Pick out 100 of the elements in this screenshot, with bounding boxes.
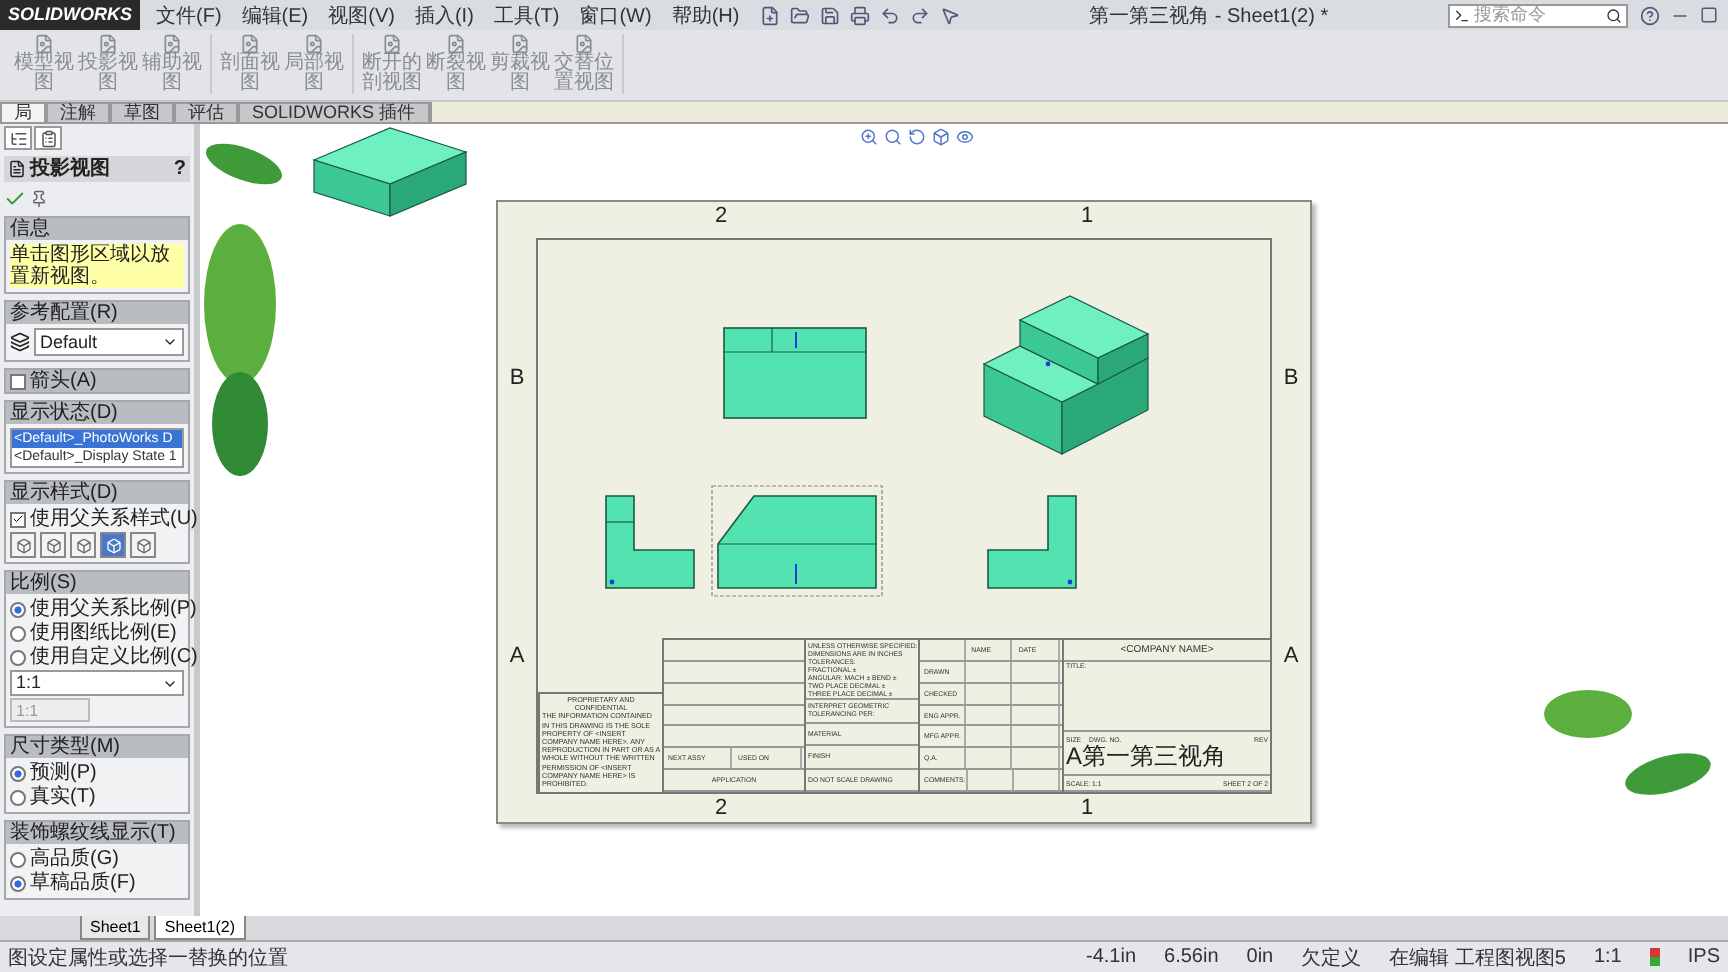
sheet-size: A: [1066, 744, 1083, 770]
zoom-icon[interactable]: [860, 128, 878, 146]
definition-status: 欠定义: [1301, 945, 1362, 971]
info-message: 单击图形区域以放置新视图。: [10, 244, 184, 288]
display-style-button[interactable]: [70, 532, 96, 558]
side-view-drawing: [605, 495, 695, 589]
zone-label: B: [509, 365, 525, 389]
zone-label: 2: [712, 202, 730, 232]
maximize-icon[interactable]: [1700, 6, 1718, 24]
rotate-icon[interactable]: [908, 128, 926, 146]
ribbon-tab[interactable]: 注解: [46, 102, 110, 122]
ribbon-tab[interactable]: 草图: [110, 102, 174, 122]
radio-button[interactable]: [10, 649, 26, 665]
section-title: 尺寸类型(M): [6, 736, 188, 758]
ribbon-tab[interactable]: SOLIDWORKS 插件: [238, 102, 430, 122]
document-icon: [240, 34, 260, 54]
zone-label: 1: [1078, 202, 1096, 232]
help-link[interactable]: ?: [173, 158, 186, 180]
rebuild-icon: [1649, 948, 1660, 966]
top-view-drawing: [723, 327, 867, 419]
section-title: 装饰螺纹线显示(T): [6, 822, 188, 844]
pointer-icon[interactable]: [939, 5, 960, 25]
edit-mode: 在编辑 工程图视图5: [1389, 945, 1566, 971]
sheet-tab[interactable]: Sheet1(2): [154, 916, 245, 940]
units-selector[interactable]: IPS: [1687, 946, 1720, 968]
undo-icon[interactable]: [879, 5, 900, 25]
print-icon[interactable]: [849, 5, 870, 25]
zone-label: 2: [712, 794, 730, 822]
radio-label: 草稿品质(F): [30, 872, 136, 894]
z-coordinate: 0in: [1246, 946, 1274, 968]
radio-label: 高品质(G): [30, 848, 119, 870]
configuration-icon: [10, 332, 30, 352]
zone-label: A: [509, 643, 525, 667]
document-icon: [510, 34, 530, 54]
zone-label: B: [1283, 365, 1299, 389]
caret-icon: [162, 334, 178, 350]
open-folder-icon[interactable]: [789, 5, 810, 25]
search-icon: [1606, 7, 1622, 23]
radio-label: 使用自定义比例(C): [30, 646, 198, 668]
menu-item[interactable]: 工具(T): [493, 1, 560, 29]
configuration-dropdown[interactable]: Default: [34, 328, 184, 356]
section-title: 参考配置(R): [6, 302, 188, 324]
eye-icon[interactable]: [956, 128, 974, 146]
save-icon[interactable]: [819, 5, 840, 25]
document-icon: [34, 34, 54, 54]
checkbox[interactable]: [10, 511, 26, 527]
y-coordinate: 6.56in: [1164, 946, 1219, 968]
redo-icon[interactable]: [909, 5, 930, 25]
sheet-tab[interactable]: Sheet1: [80, 916, 151, 940]
zone-label: A: [1283, 643, 1299, 667]
pin-icon[interactable]: [30, 190, 48, 208]
menu-item[interactable]: 编辑(E): [241, 1, 309, 29]
radio-button[interactable]: [10, 765, 26, 781]
menu-item[interactable]: 插入(I): [414, 1, 474, 29]
ribbon-tab[interactable]: 评估: [174, 102, 238, 122]
display-style-button[interactable]: [100, 532, 126, 558]
status-hint: 图设定属性或选择一替换的位置: [8, 945, 288, 971]
drawing-number: 第一第三视角: [1082, 744, 1227, 770]
search-icon[interactable]: [884, 128, 902, 146]
menu-item[interactable]: 窗口(W): [579, 1, 652, 29]
display-style-button[interactable]: [10, 532, 36, 558]
ribbon-tab[interactable]: 局: [0, 102, 46, 122]
section-title: 比例(S): [6, 572, 188, 594]
feature-tree-icon[interactable]: [4, 126, 32, 150]
app-logo: SOLIDWORKS: [0, 0, 140, 30]
ok-icon[interactable]: [4, 188, 26, 210]
radio-label: 真实(T): [30, 786, 96, 808]
scale-readout: 1:1: [1593, 946, 1622, 968]
radio-button[interactable]: [10, 601, 26, 617]
x-coordinate: -4.1in: [1086, 946, 1137, 968]
menu-item[interactable]: 视图(V): [328, 1, 395, 29]
terminal-icon: [1454, 7, 1470, 23]
menu-item[interactable]: 帮助(H): [671, 1, 740, 29]
view-icon: [8, 160, 26, 178]
document-icon: [162, 34, 182, 54]
display-style-button[interactable]: [40, 532, 66, 558]
radio-button[interactable]: [10, 875, 26, 891]
radio-label: 使用父关系比例(P): [30, 598, 197, 620]
menu-item[interactable]: 文件(F): [156, 1, 222, 29]
scale-dropdown[interactable]: 1:1: [10, 670, 184, 696]
side-view-drawing: [987, 495, 1077, 589]
document-icon: [574, 34, 594, 54]
checkbox[interactable]: [10, 373, 26, 389]
new-file-icon[interactable]: [759, 5, 780, 25]
document-icon: [98, 34, 118, 54]
panel-title: 投影视图: [30, 158, 110, 180]
zone-label: 1: [1078, 794, 1096, 822]
radio-button[interactable]: [10, 625, 26, 641]
section-title: 显示样式(D): [6, 482, 188, 504]
checkbox-label: 使用父关系样式(U): [30, 508, 198, 530]
cube-icon[interactable]: [932, 128, 950, 146]
section-title: 信息: [6, 218, 188, 240]
radio-label: 使用图纸比例(E): [30, 622, 177, 644]
property-manager-icon[interactable]: [34, 126, 62, 150]
display-style-button[interactable]: [130, 532, 156, 558]
help-icon[interactable]: [1640, 5, 1660, 25]
document-icon: [446, 34, 466, 54]
section-title: 显示状态(D): [6, 402, 188, 424]
radio-button[interactable]: [10, 851, 26, 867]
radio-button[interactable]: [10, 789, 26, 805]
